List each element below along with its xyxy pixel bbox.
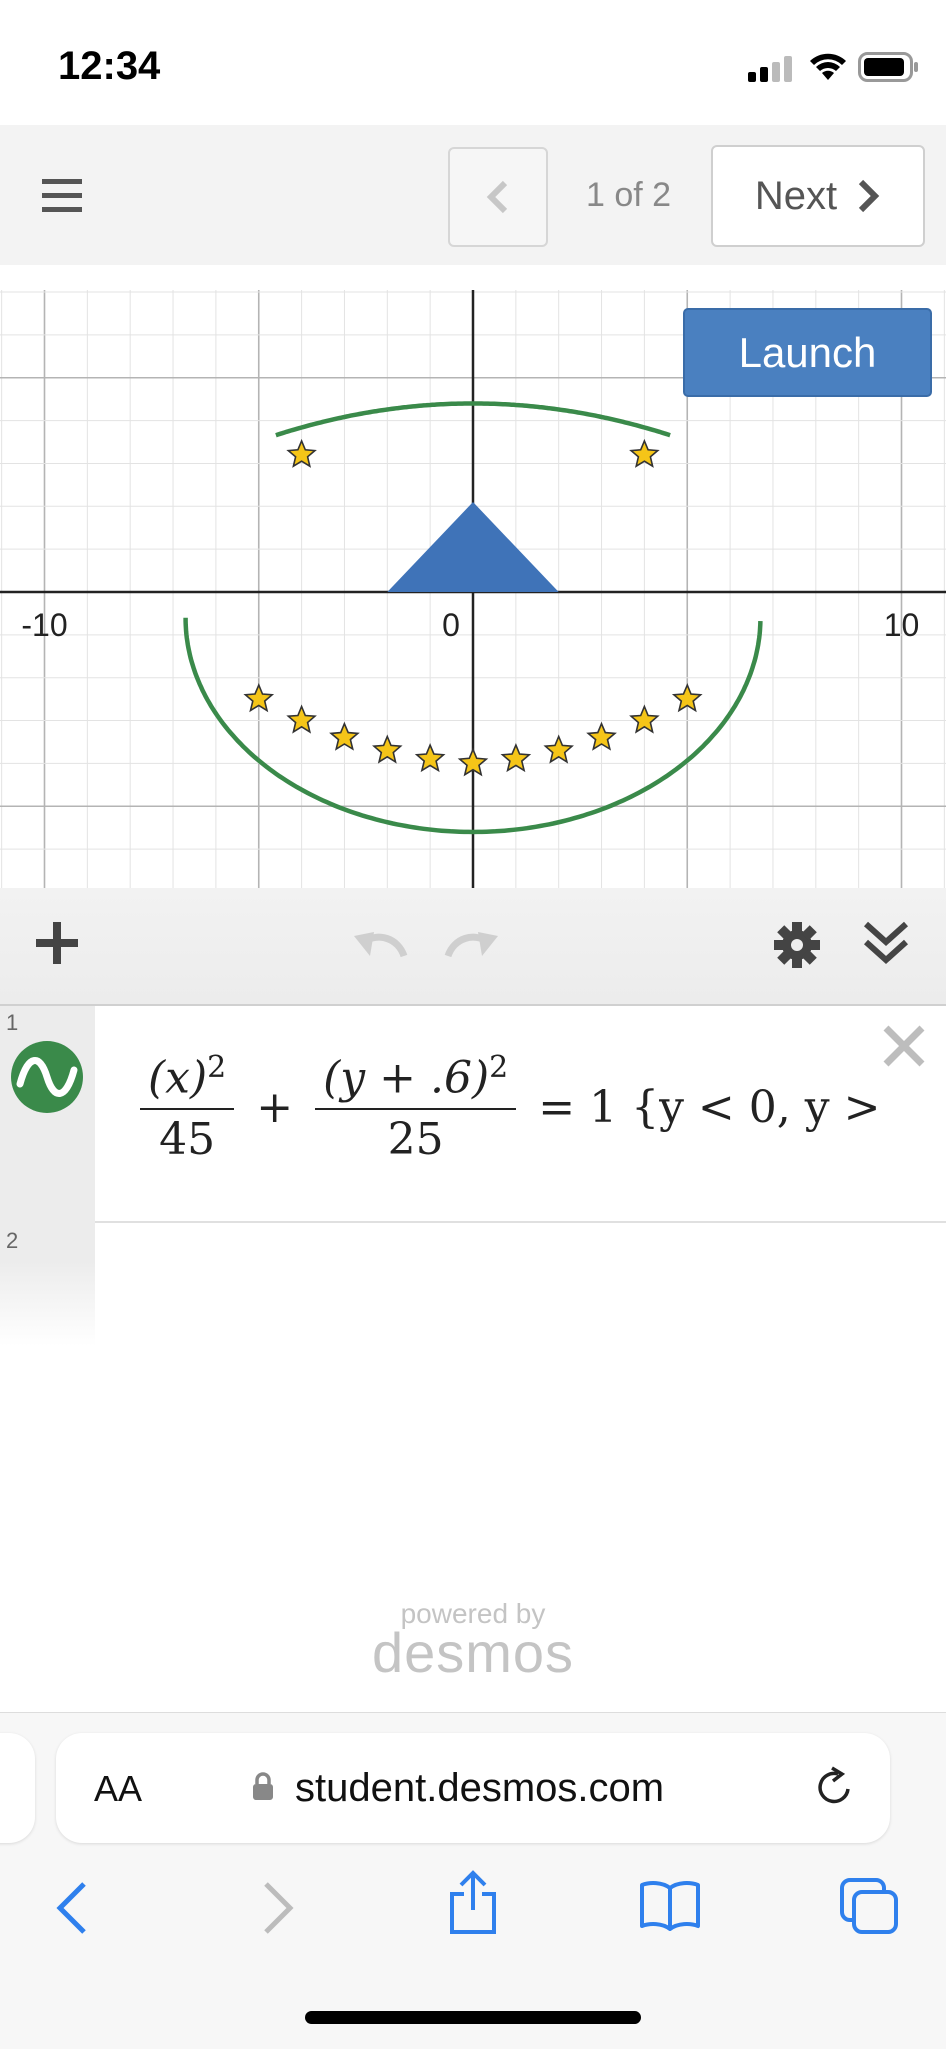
previous-button[interactable] [448, 147, 548, 247]
x-axis-min-label: -10 [21, 607, 67, 643]
next-button[interactable]: Next [711, 145, 925, 247]
fraction-2-numerator: (y + .6) [323, 1052, 490, 1104]
activity-nav-bar: 1 of 2 Next [0, 125, 946, 265]
bookmarks-icon[interactable] [638, 1878, 702, 1932]
fraction-1-exponent: 2 [207, 1050, 227, 1085]
expression-1-restriction: = 1 {y < 0, y > [538, 1081, 881, 1133]
x-axis-max-label: 10 [884, 607, 920, 643]
fraction-2-denominator: 25 [387, 1113, 444, 1165]
chevron-left-icon [486, 180, 508, 214]
home-indicator [305, 2011, 641, 2024]
triangle-shape [387, 502, 559, 592]
chevron-right-icon [859, 179, 880, 213]
expression-1-gutter [0, 1006, 95, 1222]
expression-divider [95, 1221, 946, 1223]
plus-operator: + [256, 1081, 294, 1133]
hamburger-icon[interactable] [42, 177, 84, 213]
forward-icon[interactable] [258, 1880, 298, 1936]
cellular-signal-icon [748, 56, 792, 82]
expression-2-index: 2 [6, 1228, 19, 1253]
add-expression-icon[interactable] [34, 920, 80, 966]
lock-icon [253, 1772, 273, 1800]
fraction-2: (y + .6)2 25 [315, 1050, 517, 1165]
fraction-2-exponent: 2 [489, 1050, 509, 1085]
fraction-1-numerator: (x) [148, 1052, 208, 1104]
wifi-icon [810, 53, 846, 80]
launch-button[interactable]: Launch [683, 308, 932, 397]
settings-gear-icon[interactable] [772, 920, 822, 970]
fraction-1: (x)2 45 [140, 1050, 235, 1165]
undo-icon[interactable] [352, 926, 408, 962]
status-bar: 12:34 [0, 0, 946, 125]
delete-expression-icon[interactable] [880, 1022, 928, 1070]
desmos-logo: desmos [371, 1621, 575, 1684]
expression-toolbar [0, 888, 946, 1006]
page-indicator: 1 of 2 [586, 176, 672, 214]
text-size-button[interactable]: AA [94, 1768, 142, 1810]
back-icon[interactable] [52, 1880, 92, 1936]
reload-icon[interactable] [812, 1765, 856, 1809]
previous-tab-pill[interactable] [0, 1733, 35, 1843]
expression-1-math[interactable]: (x)2 45 + (y + .6)2 25 = 1 {y < 0, y > [140, 1050, 880, 1165]
tabs-icon[interactable] [838, 1876, 900, 1936]
url-text[interactable]: student.desmos.com [295, 1766, 664, 1811]
next-button-label: Next [754, 173, 838, 218]
share-icon[interactable] [446, 1870, 500, 1936]
expression-1-color-icon[interactable] [10, 1040, 84, 1114]
origin-label: 0 [442, 607, 460, 643]
clock: 12:34 [58, 44, 161, 88]
expression-2-input[interactable] [96, 1224, 946, 1344]
redo-icon[interactable] [444, 926, 500, 962]
expression-1-index: 1 [6, 1010, 19, 1035]
battery-icon [858, 52, 918, 82]
collapse-list-icon[interactable] [862, 918, 910, 968]
fraction-1-denominator: 45 [159, 1113, 216, 1165]
